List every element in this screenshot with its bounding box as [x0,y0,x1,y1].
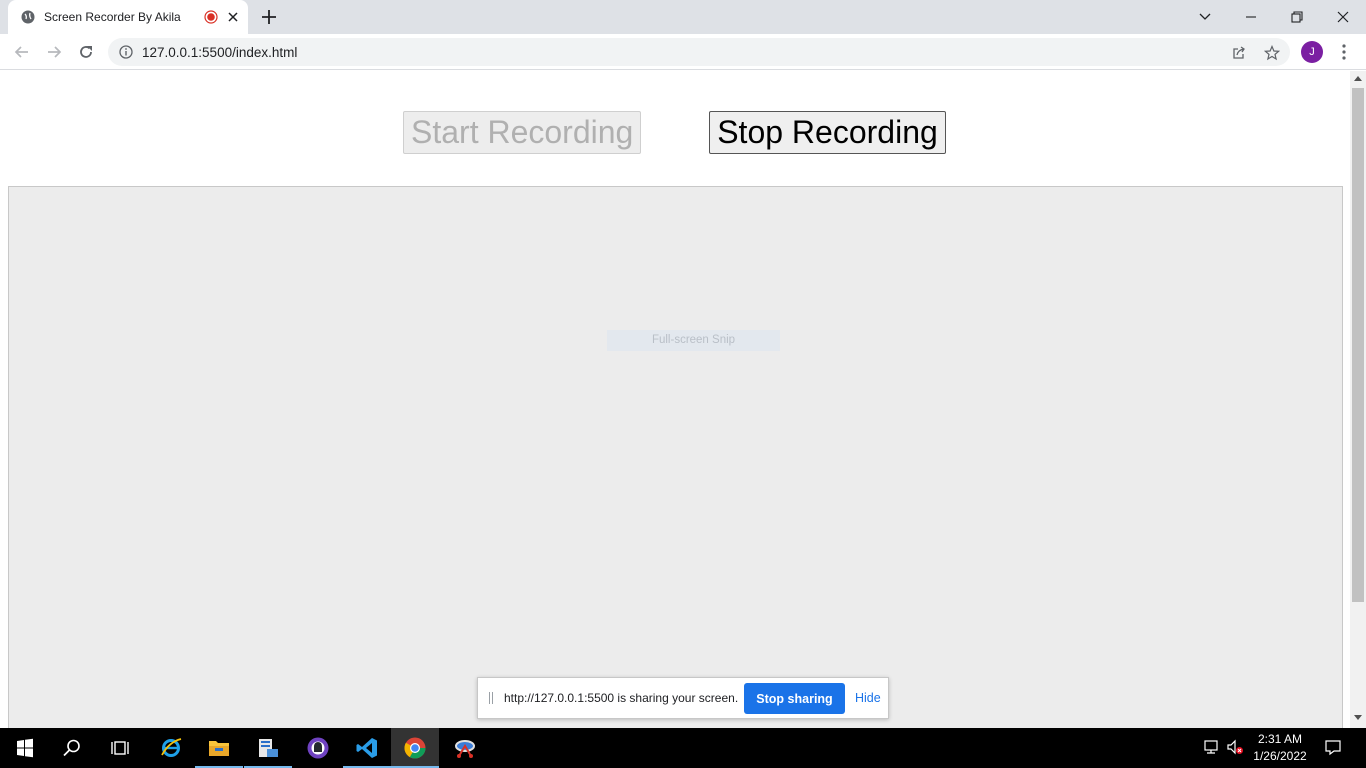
taskbar-internet-explorer[interactable] [147,728,195,768]
taskbar-chrome[interactable] [391,728,439,768]
snipping-tool-icon [455,740,475,758]
search-icon [63,739,80,757]
tab-title: Screen Recorder By Akila [44,10,181,24]
task-view[interactable] [96,728,144,768]
file-explorer-icon [209,741,229,756]
video-preview: Full-screen Snip [8,186,1343,728]
reload-icon[interactable] [76,42,96,62]
screen-share-bar: http://127.0.0.1:5500 is sharing your sc… [477,677,889,719]
stop-recording-button[interactable]: Stop Recording [709,111,946,154]
network-icon[interactable] [1203,738,1221,756]
taskbar-file-explorer[interactable] [195,728,243,768]
site-info-icon[interactable] [119,45,133,59]
github-desktop-icon [307,737,329,759]
address-bar[interactable]: 127.0.0.1:5500/index.html [108,38,1290,66]
taskbar-clock[interactable]: 2:31 AM 1/26/2022 [1249,731,1311,765]
taskbar-github-desktop[interactable] [294,728,342,768]
back-icon[interactable] [12,42,32,62]
chrome-icon [404,737,426,759]
drag-handle-icon[interactable] [488,692,494,704]
minimize-icon[interactable] [1240,6,1262,28]
notifications-icon[interactable] [1324,738,1342,756]
scroll-down-arrow-icon[interactable] [1354,715,1362,721]
close-window-icon[interactable] [1332,6,1354,28]
browser-toolbar: 127.0.0.1:5500/index.html J [0,34,1366,70]
taskbar: 2:31 AM 1/26/2022 [0,728,1366,768]
clock-time: 2:31 AM [1257,732,1303,746]
video-overlay-label: Full-screen Snip [607,330,780,351]
scroll-up-arrow-icon[interactable] [1354,75,1362,81]
share-icon[interactable] [1231,45,1247,61]
page-scrollbar[interactable] [1350,71,1366,728]
vscode-icon [356,738,377,758]
globe-icon [21,10,35,24]
chevron-down-icon[interactable] [1194,6,1216,28]
page-viewport: Start Recording Stop Recording Full-scre… [0,71,1350,728]
volume-muted-icon[interactable] [1226,738,1244,756]
menu-dots-icon[interactable] [1336,42,1352,62]
new-tab-icon[interactable] [260,8,278,26]
browser-tab[interactable]: Screen Recorder By Akila [8,0,248,34]
tab-strip: Screen Recorder By Akila [0,0,1366,34]
taskbar-snipping-tool[interactable] [441,728,489,768]
internet-explorer-icon [161,738,182,757]
url-text[interactable]: 127.0.0.1:5500/index.html [142,45,297,60]
share-message: http://127.0.0.1:5500 is sharing your sc… [504,691,739,705]
recording-dot-icon [204,10,218,24]
taskbar-vscode[interactable] [343,728,391,768]
hide-link[interactable]: Hide [855,691,881,705]
start-button[interactable] [0,728,48,768]
tab-close-icon[interactable] [225,9,241,25]
start-recording-button[interactable]: Start Recording [403,111,641,154]
clock-date: 1/26/2022 [1253,749,1307,763]
windows-start-icon [17,738,33,758]
stop-sharing-button[interactable]: Stop sharing [744,683,845,714]
task-view-icon [111,741,129,755]
taskbar-server-manager[interactable] [244,728,292,768]
restore-icon[interactable] [1286,6,1308,28]
bookmark-star-icon[interactable] [1264,45,1280,61]
taskbar-search[interactable] [48,728,96,768]
scroll-thumb[interactable] [1352,88,1364,602]
server-manager-icon [259,739,278,757]
forward-icon[interactable] [44,42,64,62]
profile-avatar[interactable]: J [1301,41,1323,63]
